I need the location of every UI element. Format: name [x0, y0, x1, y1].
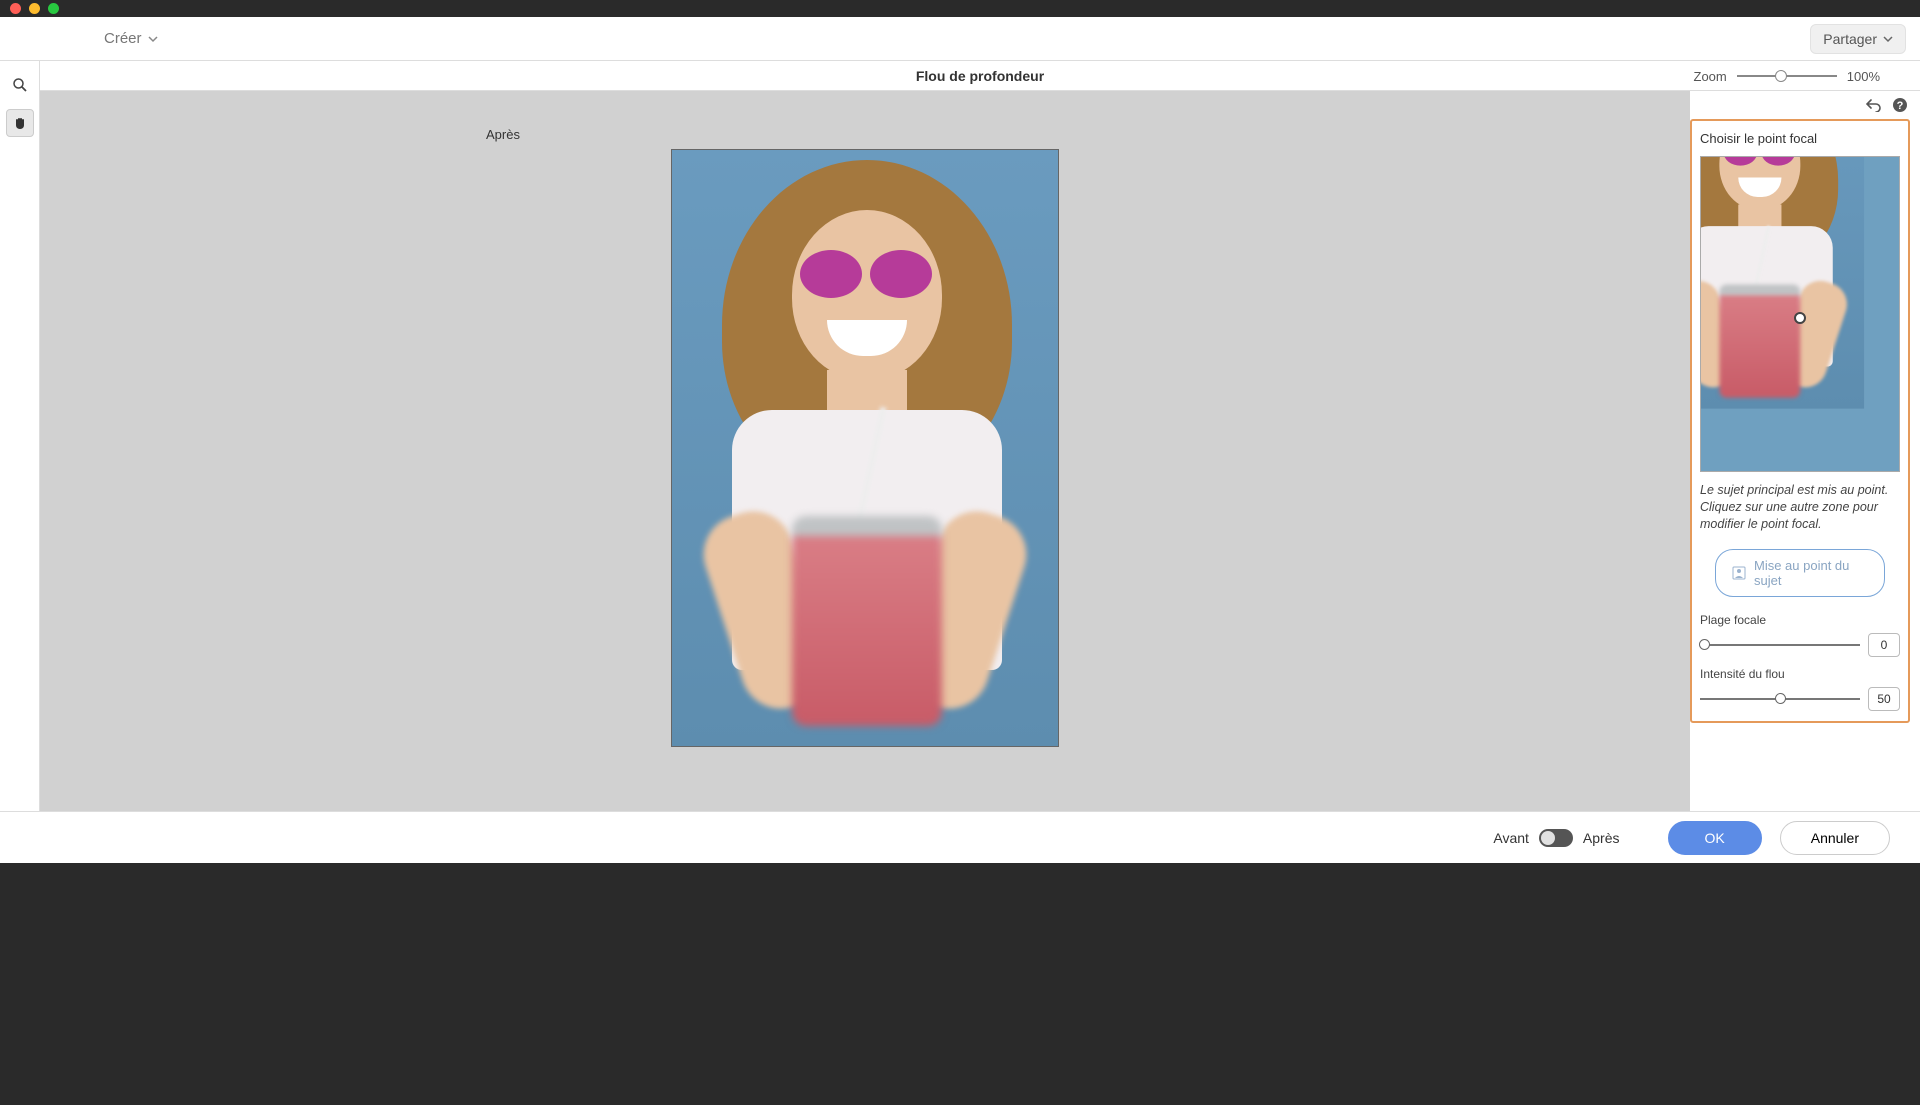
blur-intensity-slider[interactable]	[1700, 698, 1860, 700]
effect-title: Flou de profondeur	[916, 68, 1044, 84]
top-toolbar: Créer Partager	[0, 17, 1920, 61]
canvas-viewport[interactable]: Après	[40, 91, 1690, 811]
before-after-toggle-group: Avant Après	[1493, 829, 1619, 847]
canvas-header: Flou de profondeur Zoom 100%	[40, 61, 1920, 91]
before-label: Avant	[1493, 830, 1529, 846]
toggle-knob	[1541, 831, 1555, 845]
hand-icon	[12, 115, 28, 131]
ok-button[interactable]: OK	[1668, 821, 1762, 855]
close-window-icon[interactable]	[10, 3, 21, 14]
depth-blur-panel: Choisir le point focal Le sujet principa…	[1690, 119, 1910, 723]
zoom-tool[interactable]	[6, 71, 34, 99]
blur-intensity-value[interactable]: 50	[1868, 687, 1900, 711]
preview-image[interactable]	[671, 149, 1059, 747]
undo-icon[interactable]	[1866, 98, 1882, 112]
focal-point-marker[interactable]	[1794, 312, 1806, 324]
zoom-percentage: 100%	[1847, 69, 1880, 84]
blur-intensity-thumb[interactable]	[1775, 693, 1786, 704]
after-label: Après	[1583, 830, 1620, 846]
svg-text:?: ?	[1897, 100, 1904, 112]
chevron-down-icon	[148, 34, 158, 44]
before-after-toggle[interactable]	[1539, 829, 1573, 847]
focal-help-text: Le sujet principal est mis au point. Cli…	[1700, 482, 1900, 533]
chevron-down-icon	[1883, 34, 1893, 44]
focal-picker-thumbnail[interactable]	[1700, 156, 1900, 472]
preview-after-label: Après	[486, 127, 520, 142]
left-tool-strip	[0, 61, 40, 811]
focal-range-label: Plage focale	[1700, 613, 1900, 627]
cancel-button[interactable]: Annuler	[1780, 821, 1890, 855]
focal-range-thumb[interactable]	[1699, 639, 1710, 650]
share-label: Partager	[1823, 31, 1877, 47]
portrait-icon	[1732, 566, 1746, 580]
auto-focus-label: Mise au point du sujet	[1754, 558, 1868, 588]
blur-intensity-control: Intensité du flou 50	[1700, 667, 1900, 711]
focal-range-slider[interactable]	[1700, 644, 1860, 646]
search-icon	[12, 77, 28, 93]
canvas-area: Flou de profondeur Zoom 100% Après	[40, 61, 1920, 811]
canvas-header-actions: ?	[1690, 91, 1920, 113]
bottom-action-bar: Avant Après OK Annuler	[0, 811, 1920, 863]
zoom-control: Zoom 100%	[1694, 61, 1880, 91]
create-label: Créer	[104, 30, 142, 47]
help-icon[interactable]: ?	[1892, 97, 1908, 113]
focal-range-value[interactable]: 0	[1868, 633, 1900, 657]
hand-tool[interactable]	[6, 109, 34, 137]
window-titlebar	[0, 0, 1920, 17]
zoom-slider-thumb[interactable]	[1775, 70, 1787, 82]
auto-subject-focus-button[interactable]: Mise au point du sujet	[1715, 549, 1885, 597]
share-dropdown[interactable]: Partager	[1810, 24, 1906, 54]
minimize-window-icon[interactable]	[29, 3, 40, 14]
zoom-label: Zoom	[1694, 69, 1727, 84]
blur-intensity-label: Intensité du flou	[1700, 667, 1900, 681]
maximize-window-icon[interactable]	[48, 3, 59, 14]
create-dropdown[interactable]: Créer	[104, 30, 158, 47]
app-body: Flou de profondeur Zoom 100% Après	[0, 61, 1920, 811]
zoom-slider[interactable]	[1737, 75, 1837, 77]
right-container: ? Choisir le point focal Le sujet princi…	[1690, 91, 1920, 811]
focal-section-title: Choisir le point focal	[1700, 131, 1900, 146]
focal-range-control: Plage focale 0	[1700, 613, 1900, 657]
image-illustration	[672, 150, 1058, 746]
